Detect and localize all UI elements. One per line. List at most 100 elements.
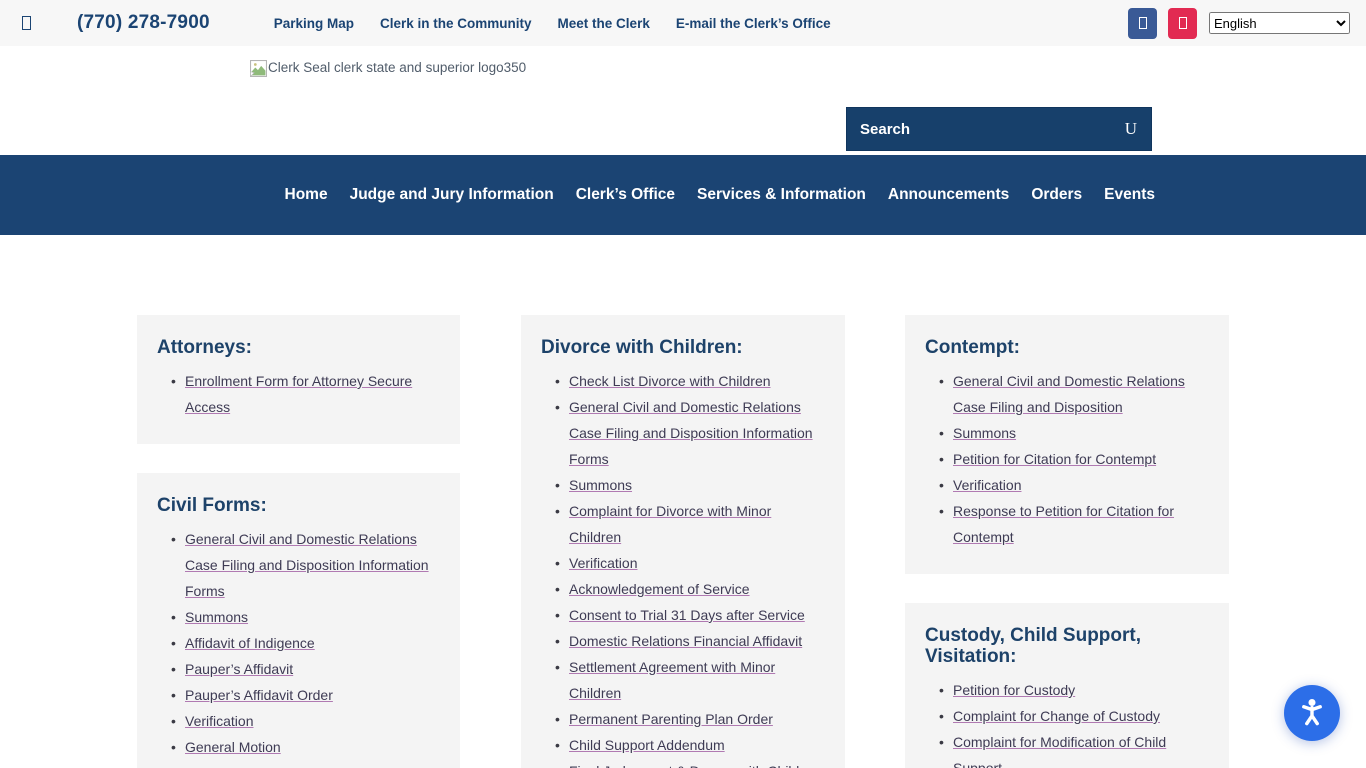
list-item: Verification xyxy=(555,550,825,576)
list-item: Consent to Trial 31 Days after Service xyxy=(555,602,825,628)
facebook-button[interactable] xyxy=(1128,8,1157,39)
list-item: Affidavit of Indigence xyxy=(171,630,440,656)
section-title: Contempt: xyxy=(925,337,1209,358)
list-item: General Civil and Domestic Relations Cas… xyxy=(171,526,440,604)
forms-link-list: Petition for Custody Complaint for Change… xyxy=(925,677,1209,768)
main-navigation: Home Judge and Jury Information Clerk’s Of… xyxy=(0,155,1366,235)
forms-section-box: Divorce with Children: Check List Divorce… xyxy=(521,315,845,768)
form-link[interactable]: Pauper’s Affidavit xyxy=(185,661,293,677)
form-link[interactable]: General Civil and Domestic Relations Cas… xyxy=(185,531,429,599)
youtube-button[interactable] xyxy=(1168,8,1197,39)
column-1: Attorneys:Enrollment Form for Attorney S… xyxy=(137,315,460,768)
form-link[interactable]: Verification xyxy=(185,713,253,729)
form-link[interactable]: Enrollment Form for Attorney Secure Acce… xyxy=(185,373,412,415)
form-link[interactable]: Verification xyxy=(569,555,637,571)
list-item: General Motion xyxy=(171,734,440,760)
nav-item[interactable]: Judge and Jury Information xyxy=(350,186,554,204)
form-link[interactable]: Petition for Custody xyxy=(953,682,1075,698)
form-link[interactable]: Complaint for Divorce with Minor Childre… xyxy=(569,503,771,545)
forms-section-box: Contempt: General Civil and Domestic Rela… xyxy=(905,315,1229,574)
form-link[interactable]: Check List Divorce with Children xyxy=(569,373,771,389)
site-logo-broken[interactable]: Clerk Seal clerk state and superior logo… xyxy=(250,60,526,77)
forms-link-list: Check List Divorce with Children General … xyxy=(541,368,825,768)
list-item: Complaint for Change of Custody xyxy=(939,703,1209,729)
topbar-link[interactable]: Meet the Clerk xyxy=(558,16,650,31)
form-link[interactable]: Consent to Trial 31 Days after Service xyxy=(569,607,805,623)
form-link[interactable]: Summons xyxy=(953,425,1016,441)
list-item: Summons xyxy=(555,472,825,498)
language-select[interactable]: English xyxy=(1209,12,1350,34)
form-link[interactable]: General Civil and Domestic Relations Cas… xyxy=(569,399,813,467)
form-link[interactable]: Child Support Addendum xyxy=(569,737,725,753)
topbar-link[interactable]: Clerk in the Community xyxy=(380,16,532,31)
form-link[interactable]: Pauper’s Affidavit Order xyxy=(185,687,333,703)
form-link[interactable]: Summons xyxy=(569,477,632,493)
form-link[interactable]: Verification xyxy=(953,477,1021,493)
list-item: Complaint for Divorce with Minor Childre… xyxy=(555,498,825,550)
nav-item[interactable]: Orders xyxy=(1031,186,1082,204)
search-box: U xyxy=(846,107,1152,151)
search-icon[interactable]: U xyxy=(1125,119,1151,139)
section-title: Custody, Child Support, Visitation: xyxy=(925,625,1209,667)
list-item: Verification xyxy=(171,708,440,734)
column-2: Divorce with Children: Check List Divorce… xyxy=(521,315,845,768)
forms-content: Attorneys:Enrollment Form for Attorney S… xyxy=(137,315,1366,768)
list-item: Permanent Parenting Plan Order xyxy=(555,706,825,732)
accessibility-person-icon xyxy=(1295,696,1329,730)
list-item: Certificate of Service xyxy=(171,760,440,768)
topbar-links: Parking Map Clerk in the Community Meet th… xyxy=(274,16,831,31)
nav-item[interactable]: Clerk’s Office xyxy=(576,186,675,204)
list-item: General Civil and Domestic Relations Cas… xyxy=(555,394,825,472)
list-item: Acknowledgement of Service xyxy=(555,576,825,602)
nav-item[interactable]: Home xyxy=(285,186,328,204)
form-link[interactable]: Domestic Relations Financial Affidavit xyxy=(569,633,802,649)
form-link[interactable]: Affidavit of Indigence xyxy=(185,635,315,651)
phone-number: (770) 278-7900 xyxy=(77,12,210,34)
form-link[interactable]: Complaint for Change of Custody xyxy=(953,708,1160,724)
form-link[interactable]: General Motion xyxy=(185,739,281,755)
form-link[interactable]: Final Judgement & Decree with Children xyxy=(569,763,820,768)
list-item: Summons xyxy=(171,604,440,630)
youtube-icon xyxy=(1179,17,1187,29)
form-link[interactable]: General Civil and Domestic Relations Cas… xyxy=(953,373,1185,415)
form-link[interactable]: Petition for Citation for Contempt xyxy=(953,451,1156,467)
section-title: Divorce with Children: xyxy=(541,337,825,358)
forms-link-list: General Civil and Domestic Relations Cas… xyxy=(925,368,1209,550)
facebook-icon xyxy=(1139,17,1147,29)
topbar-link[interactable]: E-mail the Clerk’s Office xyxy=(676,16,831,31)
list-item: Pauper’s Affidavit xyxy=(171,656,440,682)
header-band: Clerk Seal clerk state and superior logo… xyxy=(0,46,1366,155)
list-item: Final Judgement & Decree with Children xyxy=(555,758,825,768)
form-link[interactable]: Acknowledgement of Service xyxy=(569,581,750,597)
forms-link-list: Enrollment Form for Attorney Secure Acce… xyxy=(157,368,440,420)
nav-item[interactable]: Services & Information xyxy=(697,186,866,204)
list-item: Petition for Custody xyxy=(939,677,1209,703)
form-link[interactable]: Summons xyxy=(185,609,248,625)
list-item: Check List Divorce with Children xyxy=(555,368,825,394)
forms-section-box: Civil Forms:General Civil and Domestic R… xyxy=(137,473,460,768)
forms-section-box: Attorneys:Enrollment Form for Attorney S… xyxy=(137,315,460,444)
list-item: Petition for Citation for Contempt xyxy=(939,446,1209,472)
forms-section-box: Custody, Child Support, Visitation: Petit… xyxy=(905,603,1229,768)
list-item: Summons xyxy=(939,420,1209,446)
list-item: Settlement Agreement with Minor Children xyxy=(555,654,825,706)
search-input[interactable] xyxy=(847,121,1125,138)
accessibility-widget-button[interactable] xyxy=(1284,685,1340,741)
list-item: Enrollment Form for Attorney Secure Acce… xyxy=(171,368,440,420)
form-link[interactable]: Complaint for Modification of Child Supp… xyxy=(953,734,1166,768)
form-link[interactable]: Response to Petition for Citation for Co… xyxy=(953,503,1174,545)
form-link[interactable]: Settlement Agreement with Minor Children xyxy=(569,659,775,701)
list-item: Domestic Relations Financial Affidavit xyxy=(555,628,825,654)
topbar-link[interactable]: Parking Map xyxy=(274,16,354,31)
form-link[interactable]: Permanent Parenting Plan Order xyxy=(569,711,773,727)
forms-link-list: General Civil and Domestic Relations Cas… xyxy=(157,526,440,768)
list-item: Complaint for Modification of Child Supp… xyxy=(939,729,1209,768)
topbar-right-group: English xyxy=(1117,8,1350,39)
phone-icon xyxy=(22,16,31,30)
main-nav-list: Home Judge and Jury Information Clerk’s Of… xyxy=(285,186,1156,204)
logo-alt-text: Clerk Seal clerk state and superior logo… xyxy=(268,60,526,76)
nav-item[interactable]: Announcements xyxy=(888,186,1009,204)
broken-image-icon xyxy=(250,60,267,77)
nav-item[interactable]: Events xyxy=(1104,186,1155,204)
column-3: Contempt: General Civil and Domestic Rela… xyxy=(905,315,1229,768)
